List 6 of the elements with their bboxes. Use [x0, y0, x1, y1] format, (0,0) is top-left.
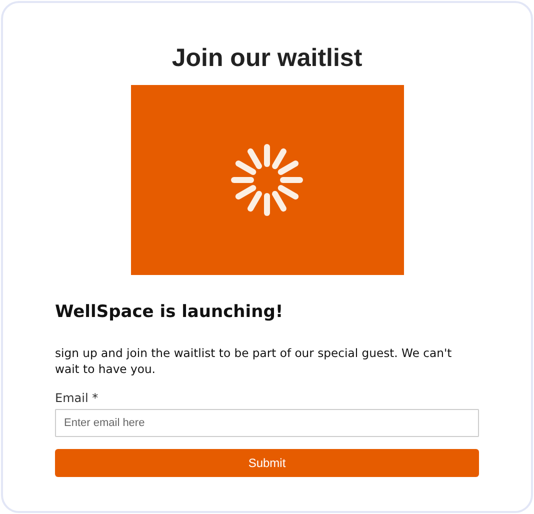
heading: WellSpace is launching! [55, 301, 284, 323]
email-field[interactable]: Enter email here [55, 409, 479, 437]
field-label: Email * [55, 391, 100, 405]
page-title: Join our waitlist [170, 43, 364, 73]
description: sign up and join the waitlist to be part of our special guest. We can't wait to have you. [55, 345, 453, 377]
submit-button[interactable]: Submit [55, 449, 479, 477]
